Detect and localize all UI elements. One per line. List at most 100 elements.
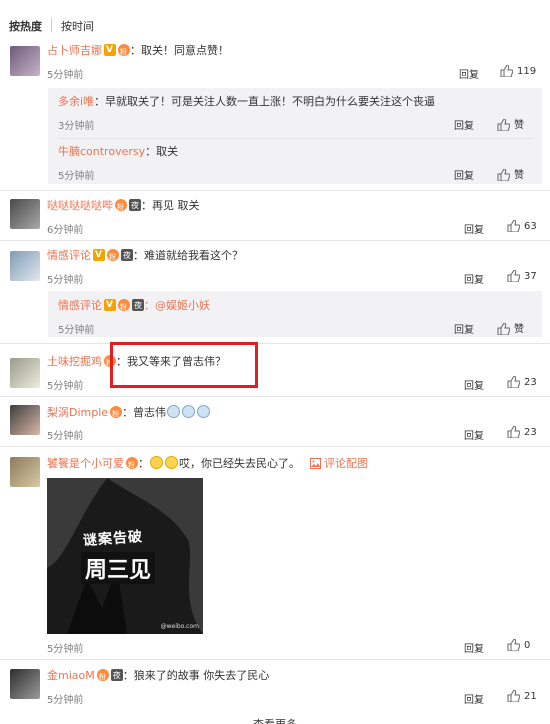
avatar[interactable] <box>10 405 40 435</box>
like-button[interactable]: 23 <box>507 425 537 439</box>
username[interactable]: 情感评论 <box>47 249 91 262</box>
comment-time: 5分钟前 <box>47 275 84 286</box>
comment-line: 金miaoM ：狼来了的故事 你失去了民心 <box>47 669 269 684</box>
avatar[interactable] <box>10 457 40 487</box>
like-button[interactable]: 63 <box>507 219 537 233</box>
avatar[interactable] <box>10 251 40 281</box>
comment-text: ：取关 <box>145 145 179 158</box>
like-count: 119 <box>517 66 537 77</box>
username[interactable]: 哒哒哒哒哒哔 <box>47 199 113 212</box>
like-count: 37 <box>524 271 537 282</box>
doge-emoji-icon <box>197 405 211 418</box>
image-watermark: @weibo.com <box>160 623 199 630</box>
like-label: 赞 <box>514 170 524 181</box>
comment-time: 5分钟前 <box>47 695 84 706</box>
comment-time: 5分钟前 <box>47 381 84 392</box>
like-button[interactable]: 赞 <box>497 320 524 336</box>
like-button[interactable]: 37 <box>507 269 537 283</box>
fan-badge-icon <box>115 199 127 214</box>
comment-text: ：取关！同意点赞！ <box>130 44 229 57</box>
thumbs-up-icon <box>507 638 521 652</box>
tab-hot[interactable]: 按热度 <box>9 18 42 34</box>
reply-button[interactable]: 回复 <box>464 221 484 236</box>
like-button[interactable]: 23 <box>507 375 537 389</box>
like-count: 0 <box>524 640 531 651</box>
like-button[interactable]: 赞 <box>497 166 524 182</box>
sub-comment-line: 情感评论 ：@娱姬小妖 <box>58 298 210 314</box>
night-badge-icon <box>132 299 144 313</box>
thumbs-up-icon <box>500 64 514 78</box>
sub-comment-line: 多余i唯：早就取关了！可是关注人数一直上涨！不明白为什么要关注这个丧逼 <box>58 95 435 109</box>
username[interactable]: 梨涡Dimple <box>47 406 108 419</box>
username[interactable]: 饕餮是个小可爱 <box>47 457 124 470</box>
night-badge-icon <box>110 669 123 683</box>
comment-line: 饕餮是个小可爱：哎，你已经失去民心了。 评论配图 <box>47 456 368 472</box>
username[interactable]: 多余i唯 <box>58 95 94 108</box>
like-button[interactable]: 21 <box>507 689 537 703</box>
avatar[interactable] <box>10 358 40 388</box>
like-count: 21 <box>524 691 537 702</box>
comment-time: 5分钟前 <box>58 325 95 336</box>
verified-icon <box>104 298 116 312</box>
thumbs-up-icon <box>507 269 521 283</box>
image-headline: 周三见 <box>81 552 156 584</box>
reply-button[interactable]: 回复 <box>454 167 474 182</box>
like-button[interactable]: 0 <box>507 638 531 652</box>
reply-button[interactable]: 回复 <box>464 691 484 706</box>
comment-text: 哎，你已经失去民心了。 <box>179 457 300 470</box>
night-badge-icon <box>129 199 141 213</box>
divider <box>0 190 550 191</box>
like-button[interactable]: 赞 <box>497 116 524 132</box>
comment-text[interactable]: ：@娱姬小妖 <box>144 299 210 312</box>
divider <box>0 240 550 241</box>
comment-text: ：曾志伟 <box>122 406 167 419</box>
reply-button[interactable]: 回复 <box>464 427 484 442</box>
doge-emoji-icon <box>182 405 196 418</box>
comment-text: ：再见 取关 <box>141 199 200 212</box>
divider <box>58 138 534 139</box>
comment-text: ：难道就给我看这个？ <box>133 249 243 262</box>
load-more-link[interactable]: 查看更多 <box>0 716 550 724</box>
comment-time: 5分钟前 <box>47 431 84 442</box>
comment-time: 6分钟前 <box>47 225 84 236</box>
fan-badge-icon <box>110 406 123 421</box>
highlight-box <box>110 342 258 388</box>
like-label: 赞 <box>514 120 524 131</box>
avatar[interactable] <box>10 199 40 229</box>
avatar[interactable] <box>10 46 40 76</box>
avatar[interactable] <box>10 669 40 699</box>
reply-button[interactable]: 回复 <box>459 66 479 81</box>
image-link[interactable]: 评论配图 <box>309 457 368 470</box>
thumbs-up-icon <box>507 425 521 439</box>
username[interactable]: 土味挖掘鸡 <box>47 355 102 368</box>
reply-button[interactable]: 回复 <box>464 640 484 655</box>
comment-line: 占卜师吉娜 ：取关！同意点赞！ <box>47 43 229 59</box>
comment-time: 5分钟前 <box>47 644 84 655</box>
username[interactable]: 情感评论 <box>58 299 102 312</box>
comment-time: 5分钟前 <box>47 70 84 81</box>
divider <box>0 659 550 660</box>
reply-button[interactable]: 回复 <box>464 271 484 286</box>
sort-tabs: 按热度 按时间 <box>0 0 550 40</box>
doge-emoji-icon <box>167 405 181 418</box>
reply-button[interactable]: 回复 <box>454 117 474 132</box>
verified-icon <box>93 248 105 262</box>
like-button[interactable]: 119 <box>500 64 537 78</box>
like-count: 63 <box>524 221 537 232</box>
comment-image[interactable]: 谜案告破 周三见 @weibo.com <box>47 478 203 634</box>
thumbs-up-icon <box>497 118 511 132</box>
username[interactable]: 占卜师吉娜 <box>47 44 102 57</box>
reply-button[interactable]: 回复 <box>454 321 474 336</box>
reply-button[interactable]: 回复 <box>464 377 484 392</box>
username[interactable]: 金miaoM <box>47 669 95 682</box>
comment-line: 情感评论 ：难道就给我看这个？ <box>47 248 243 264</box>
night-badge-icon <box>121 249 133 263</box>
tab-time[interactable]: 按时间 <box>61 18 94 34</box>
like-count: 23 <box>524 427 537 438</box>
divider <box>0 343 550 344</box>
username[interactable]: 牛腩controversy <box>58 145 145 158</box>
thumbs-up-icon <box>507 219 521 233</box>
comment-text: ：早就取关了！可是关注人数一直上涨！不明白为什么要关注这个丧逼 <box>94 95 436 108</box>
comment-time: 3分钟前 <box>58 121 95 132</box>
image-link-label[interactable]: 评论配图 <box>324 457 368 470</box>
